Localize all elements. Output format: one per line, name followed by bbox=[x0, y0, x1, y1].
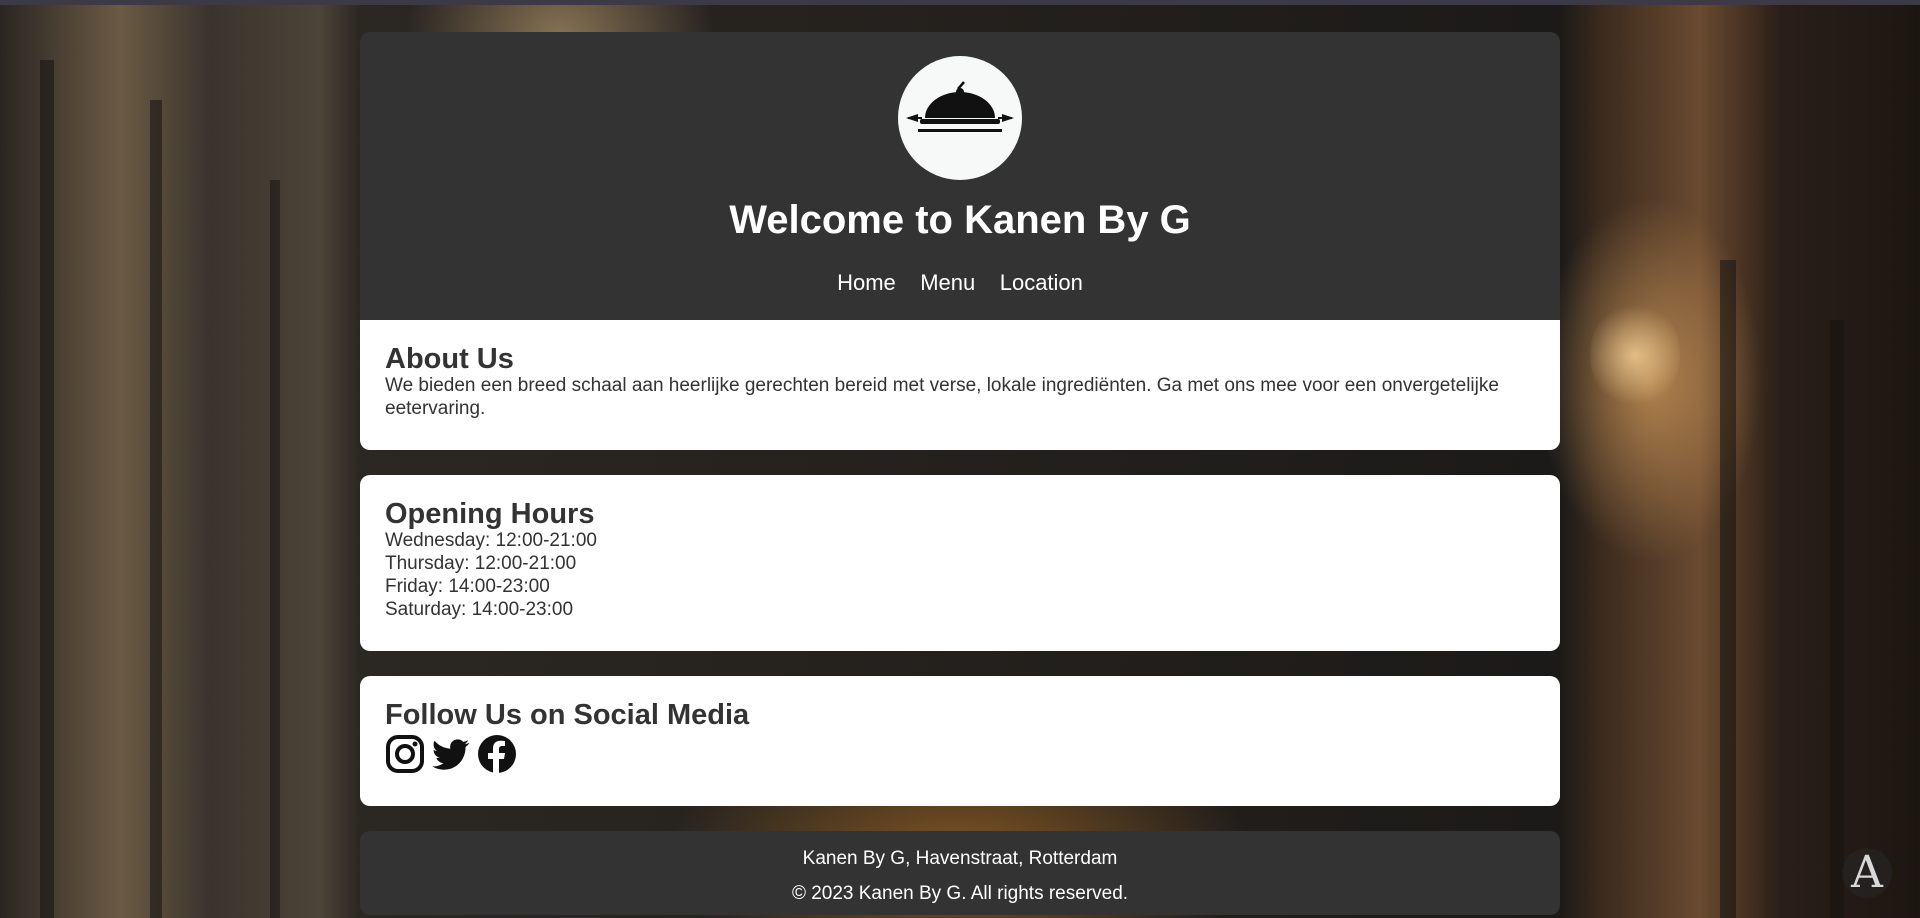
twitter-icon[interactable] bbox=[431, 734, 471, 774]
browser-top-strip bbox=[0, 0, 1920, 5]
nav-link-menu[interactable]: Menu bbox=[920, 270, 975, 295]
social-media-section: Follow Us on Social Media bbox=[360, 676, 1560, 806]
opening-hours-section: Opening Hours Wednesday: 12:00-21:00 Thu… bbox=[360, 475, 1560, 651]
facebook-icon[interactable] bbox=[477, 734, 517, 774]
footer-address: Kanen By G, Havenstraat, Rotterdam bbox=[802, 848, 1118, 869]
site-header: Welcome to Kanen By G Home Menu Location bbox=[360, 32, 1560, 320]
social-icons bbox=[385, 734, 1535, 774]
about-heading: About Us bbox=[385, 343, 514, 375]
about-text: We bieden een breed schaal aan heerlijke… bbox=[385, 375, 1499, 419]
instagram-icon[interactable] bbox=[385, 734, 425, 774]
nav-link-home[interactable]: Home bbox=[837, 270, 896, 295]
nav-link-location[interactable]: Location bbox=[1000, 270, 1083, 295]
background-frame bbox=[1830, 320, 1844, 918]
page-container: Welcome to Kanen By G Home Menu Location… bbox=[360, 32, 1560, 915]
hours-line: Friday: 14:00-23:00 bbox=[385, 576, 550, 597]
corner-a-logo-icon: A bbox=[1842, 848, 1892, 898]
hours-line: Saturday: 14:00-23:00 bbox=[385, 599, 574, 620]
hours-line: Wednesday: 12:00-21:00 bbox=[385, 530, 597, 551]
footer-copyright: © 2023 Kanen By G. All rights reserved. bbox=[791, 883, 1129, 904]
background-frame bbox=[270, 180, 280, 918]
background-frame bbox=[150, 100, 162, 918]
site-footer: Kanen By G, Havenstraat, Rotterdam © 202… bbox=[360, 831, 1560, 915]
background-frame bbox=[40, 60, 54, 918]
logo bbox=[898, 56, 1022, 180]
main-nav: Home Menu Location bbox=[360, 270, 1560, 296]
hours-line: Thursday: 12:00-21:00 bbox=[385, 553, 577, 574]
page-title: Welcome to Kanen By G bbox=[729, 198, 1191, 242]
hours-heading: Opening Hours bbox=[385, 498, 595, 530]
background-frame bbox=[1720, 260, 1736, 918]
about-section: About Us We bieden een breed schaal aan … bbox=[360, 320, 1560, 450]
social-heading: Follow Us on Social Media bbox=[385, 699, 750, 731]
serving-cloche-icon bbox=[906, 81, 1014, 132]
background-lamp bbox=[1590, 300, 1680, 410]
